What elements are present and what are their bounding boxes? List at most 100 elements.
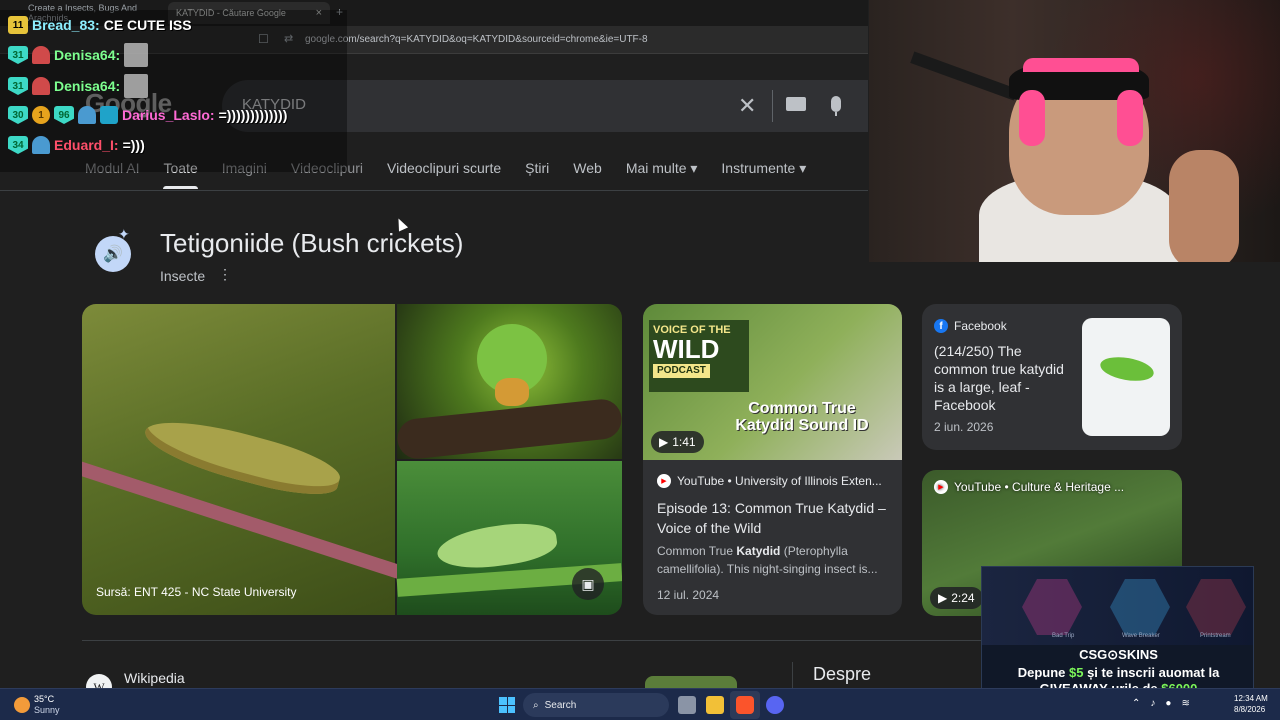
mic-tray-icon[interactable]: ●	[1165, 698, 1171, 709]
taskbar: 35°C Sunny ⌕ Search ⌃ ♪ ● ≋ 12:34 AM 8/8/…	[0, 688, 1280, 720]
tab-news[interactable]: Știri	[525, 160, 549, 190]
video-thumbnail[interactable]: VOICE OF THE WILD PODCAST Common True Ka…	[643, 304, 902, 460]
katydid-image-main[interactable]	[82, 304, 416, 615]
video-date: 12 iul. 2024	[657, 588, 720, 602]
video-desc-pre: Common True	[657, 544, 737, 558]
tab-short-videos[interactable]: Videoclipuri scurte	[387, 160, 501, 190]
sub-months-badge: 30	[8, 106, 28, 124]
headset-band	[1023, 58, 1139, 72]
weather-icon[interactable]	[14, 697, 30, 713]
youtube-icon: ▶	[657, 474, 671, 488]
sub-months-badge: 31	[8, 77, 28, 95]
play-icon: ▶	[938, 591, 948, 605]
duration-label: 2:24	[951, 591, 975, 605]
video-desc-bold: Katydid	[736, 544, 781, 558]
ghost-badge-icon	[32, 77, 50, 95]
clock-date[interactable]: 8/8/2026	[1234, 705, 1265, 714]
keyboard-icon[interactable]	[786, 97, 806, 111]
streamer-arm	[1169, 150, 1239, 262]
chat-message: 31 Denisa64:	[8, 43, 149, 67]
brave-browser-icon[interactable]	[736, 696, 754, 714]
sponsor-ad: Bad Trip Wave Breaker Printstream CSG⊙SK…	[981, 566, 1254, 698]
chat-message: 30 1 96 Darius_Laslo: =)))))))))))))	[8, 106, 287, 124]
sub-months-badge: 34	[8, 136, 28, 154]
tab-tools[interactable]: Instrumente ▾	[721, 160, 806, 190]
wikipedia-label[interactable]: Wikipedia	[124, 670, 185, 686]
chat-username: Bread_83:	[32, 17, 100, 33]
video-source-label: YouTube • University of Illinois Exten..…	[677, 474, 882, 488]
windows-start-icon[interactable]	[499, 697, 515, 713]
webcam-feed	[869, 0, 1280, 262]
crown-badge-icon	[78, 106, 96, 124]
screen: Create a Insects, Bugs And Arachnids KAT…	[0, 0, 1280, 720]
weapon-hex	[1186, 579, 1246, 635]
image-collage[interactable]: Sursă: ENT 425 - NC State University ▣	[82, 304, 622, 615]
podcast-logo-line2: WILD	[653, 334, 720, 364]
katydid-image-top-right[interactable]	[395, 304, 622, 461]
weapon-name: Bad Trip	[1052, 633, 1075, 639]
entity-title: Tetigoniide (Bush crickets)	[160, 228, 464, 258]
image-source: Sursă: ENT 425 - NC State University	[96, 585, 297, 599]
weather-desc[interactable]: Sunny	[34, 705, 60, 715]
url-field[interactable]: google.com/search?q=KATYDID&oq=KATYDID&s…	[305, 34, 648, 45]
tabs-divider	[0, 190, 868, 191]
video-card[interactable]: VOICE OF THE WILD PODCAST Common True Ka…	[643, 304, 902, 615]
chat-message: 11 Bread_83: CE CUTE ISS	[8, 16, 192, 34]
mic-icon-stand	[835, 112, 837, 116]
weapon-name: Printstream	[1200, 633, 1231, 639]
coin-badge: 1	[32, 106, 50, 124]
duration-label: 1:41	[672, 435, 696, 449]
video2-duration: ▶ 2:24	[930, 587, 983, 609]
facebook-thumbnail[interactable]	[1082, 318, 1170, 436]
file-explorer-icon[interactable]	[706, 696, 724, 714]
katydid-shape	[1098, 353, 1156, 385]
mic-icon[interactable]	[831, 96, 841, 112]
video2-source: ▶ YouTube • Culture & Heritage ...	[934, 480, 1124, 494]
tab-more[interactable]: Mai multe ▾	[626, 160, 698, 190]
headset-icon	[1019, 90, 1045, 146]
tab-more-label: Mai multe	[625, 160, 687, 176]
facebook-date: 2 iun. 2026	[934, 420, 994, 434]
podcast-logo-line3: PODCAST	[653, 364, 710, 378]
facebook-title[interactable]: (214/250) The common true katydid is a l…	[934, 342, 1074, 414]
system-tray: ⌃ ♪ ● ≋	[1132, 698, 1190, 709]
chevron-up-icon[interactable]: ⌃	[1132, 698, 1140, 709]
search-divider	[772, 90, 773, 122]
weapon-hex	[1110, 579, 1170, 635]
network-icon[interactable]: ≋	[1181, 698, 1189, 709]
search-icon: ⌕	[533, 699, 539, 711]
taskbar-search-label: Search	[544, 699, 577, 711]
headset-icon	[1117, 90, 1143, 146]
facebook-source: Facebook	[954, 319, 1007, 333]
image-gallery-icon[interactable]: ▣	[572, 568, 604, 600]
discord-icon[interactable]	[766, 696, 784, 714]
video-thumbnail-title: Common True Katydid Sound ID	[735, 400, 869, 434]
facebook-card[interactable]: f Facebook (214/250) The common true kat…	[922, 304, 1182, 450]
stream-chat-overlay: 11 Bread_83: CE CUTE ISS 31 Denisa64: 31…	[0, 10, 347, 172]
ad-brand: CSG⊙SKINS	[1079, 647, 1158, 662]
clock-time[interactable]: 12:34 AM	[1234, 694, 1268, 703]
volume-icon[interactable]: ♪	[1150, 698, 1155, 709]
video-title[interactable]: Episode 13: Common True Katydid – Voice …	[657, 498, 893, 538]
sub-months-badge: 11	[8, 16, 28, 34]
chat-text: =)))	[122, 137, 145, 153]
clear-icon[interactable]: ✕	[738, 93, 756, 119]
ghost-badge-icon	[32, 46, 50, 64]
ad-line-1: Depune $5 și te inscrii auomat la	[982, 665, 1253, 680]
ad-line1-pre: Depune	[1017, 665, 1069, 680]
ad-line1-post: și te inscrii auomat la	[1083, 665, 1220, 680]
emote-icon	[124, 43, 149, 67]
video-source: ▶ YouTube • University of Illinois Exten.…	[657, 474, 882, 488]
ad-weapons-banner: Bad Trip Wave Breaker Printstream	[982, 567, 1253, 645]
chat-text: =)))))))))))))	[218, 107, 288, 123]
taskbar-search[interactable]: ⌕ Search	[523, 693, 669, 717]
task-view-icon[interactable]	[678, 696, 696, 714]
chevron-down-icon: ▾	[690, 160, 698, 176]
more-options-icon[interactable]: ⋮	[218, 266, 232, 283]
weather-temp[interactable]: 35°C	[34, 694, 54, 704]
video-duration: ▶ 1:41	[651, 431, 704, 453]
tab-web[interactable]: Web	[573, 160, 602, 190]
about-heading: Despre	[813, 664, 872, 684]
sub-months-badge: 31	[8, 46, 28, 64]
entity-subtitle: Insecte	[160, 268, 206, 284]
